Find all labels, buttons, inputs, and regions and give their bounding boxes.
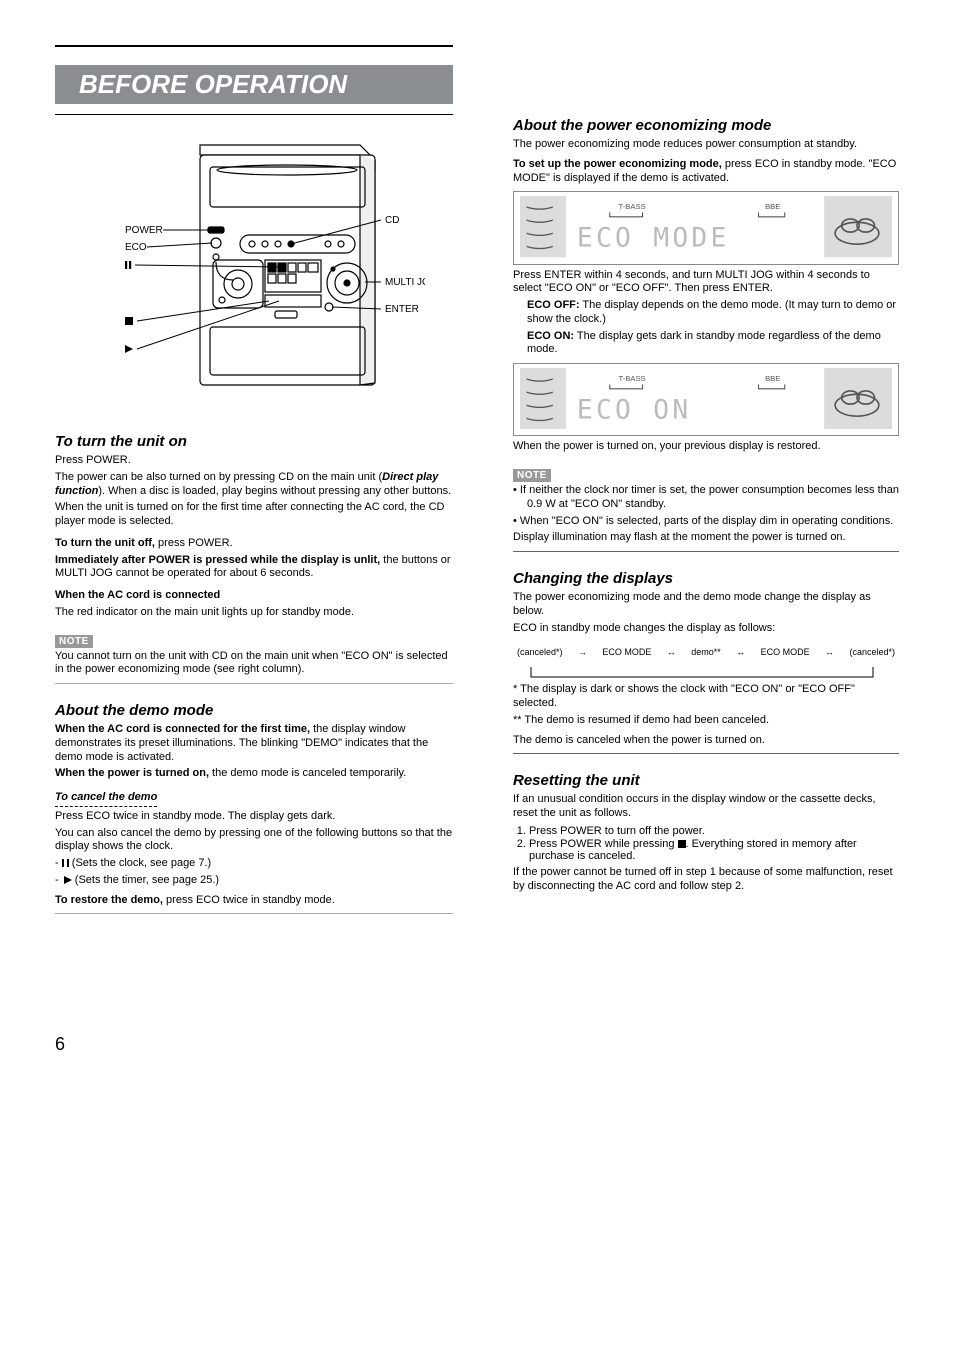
text: ECO OFF: The display depends on the demo…	[527, 299, 899, 327]
text: The power can be also turned on by press…	[55, 471, 453, 499]
text: The power economizing mode reduces power…	[513, 138, 899, 152]
note-text: You cannot turn on the unit with CD on t…	[55, 650, 453, 678]
svg-text:BBE: BBE	[765, 202, 780, 211]
heading-demo: About the demo mode	[55, 702, 453, 719]
text: When the power is turned on, your previo…	[513, 440, 899, 454]
text: The red indicator on the main unit light…	[55, 606, 453, 620]
text: When the unit is turned on for the first…	[55, 501, 453, 529]
label-power: POWER	[125, 225, 163, 236]
display-eco-on: T-BASS BBE ECO ON	[513, 363, 899, 436]
text: If the power cannot be turned off in ste…	[513, 866, 899, 894]
text: When the power is turned on, the demo mo…	[55, 767, 453, 781]
list-item: - (Sets the clock, see page 7.)	[69, 857, 453, 871]
text: The power economizing mode and the demo …	[513, 591, 899, 619]
display-eco-mode: T-BASS BBE ECO MODE	[513, 191, 899, 264]
text: Press ECO twice in standby mode. The dis…	[55, 810, 453, 824]
note-badge: NOTE	[55, 635, 93, 648]
page-number: 6	[55, 1034, 453, 1055]
stop-icon	[125, 317, 133, 325]
text: To set up the power economizing mode, pr…	[513, 158, 899, 186]
text: ECO ON: The display gets dark in standby…	[527, 330, 899, 358]
text: The demo is canceled when the power is t…	[513, 734, 899, 748]
svg-text:T-BASS: T-BASS	[618, 374, 645, 383]
text: To restore the demo, press ECO twice in …	[55, 894, 453, 908]
flow-return-arrow	[513, 667, 899, 683]
section-title: BEFORE OPERATION	[55, 65, 453, 104]
text: When the AC cord is connected for the fi…	[55, 723, 453, 764]
list-item: Press POWER to turn off the power.	[529, 825, 899, 837]
label-enter: ENTER	[385, 304, 419, 315]
text: ECO in standby mode changes the display …	[513, 622, 899, 636]
text: Press POWER.	[55, 454, 453, 468]
list-item: - (Sets the timer, see page 25.)	[69, 874, 453, 888]
svg-text:ECO ON: ECO ON	[577, 395, 692, 425]
pause-icon	[125, 261, 131, 269]
label-cd: CD	[385, 215, 399, 226]
note-badge: NOTE	[513, 469, 551, 482]
list-item: Press POWER while pressing . Everything …	[529, 838, 899, 862]
footnote: ** The demo is resumed if demo had been …	[513, 714, 899, 728]
label-multijog: MULTI JOG	[385, 277, 425, 288]
heading-turn-on: To turn the unit on	[55, 433, 453, 450]
footnote: * The display is dark or shows the clock…	[513, 683, 899, 711]
pause-icon	[62, 859, 69, 867]
note-text: • When "ECO ON" is selected, parts of th…	[527, 515, 899, 529]
text: Press ENTER within 4 seconds, and turn M…	[513, 269, 899, 297]
svg-text:T-BASS: T-BASS	[618, 202, 645, 211]
play-icon	[125, 345, 133, 353]
play-icon	[64, 876, 72, 884]
text: You can also cancel the demo by pressing…	[55, 827, 453, 855]
text: If an unusual condition occurs in the di…	[513, 793, 899, 821]
device-diagram: POWER ECO CD MULTI JOG ENTER	[65, 115, 425, 415]
stop-icon	[678, 840, 686, 848]
note-text: • If neither the clock nor timer is set,…	[527, 484, 899, 512]
svg-text:ECO MODE: ECO MODE	[577, 224, 730, 254]
note-text: Display illumination may flash at the mo…	[513, 531, 899, 545]
text: When the AC cord is connected	[55, 589, 453, 603]
text: Immediately after POWER is pressed while…	[55, 554, 453, 582]
heading-reset: Resetting the unit	[513, 772, 899, 789]
flow-diagram: (canceled*)→ ECO MODE↔ demo**↔ ECO MODE↔…	[513, 647, 899, 657]
heading-eco-mode: About the power economizing mode	[513, 117, 899, 134]
text: To turn the unit off, press POWER.	[55, 537, 453, 551]
sub-heading: To cancel the demo	[55, 791, 157, 807]
heading-displays: Changing the displays	[513, 570, 899, 587]
svg-text:BBE: BBE	[765, 374, 780, 383]
label-eco: ECO	[125, 242, 147, 253]
